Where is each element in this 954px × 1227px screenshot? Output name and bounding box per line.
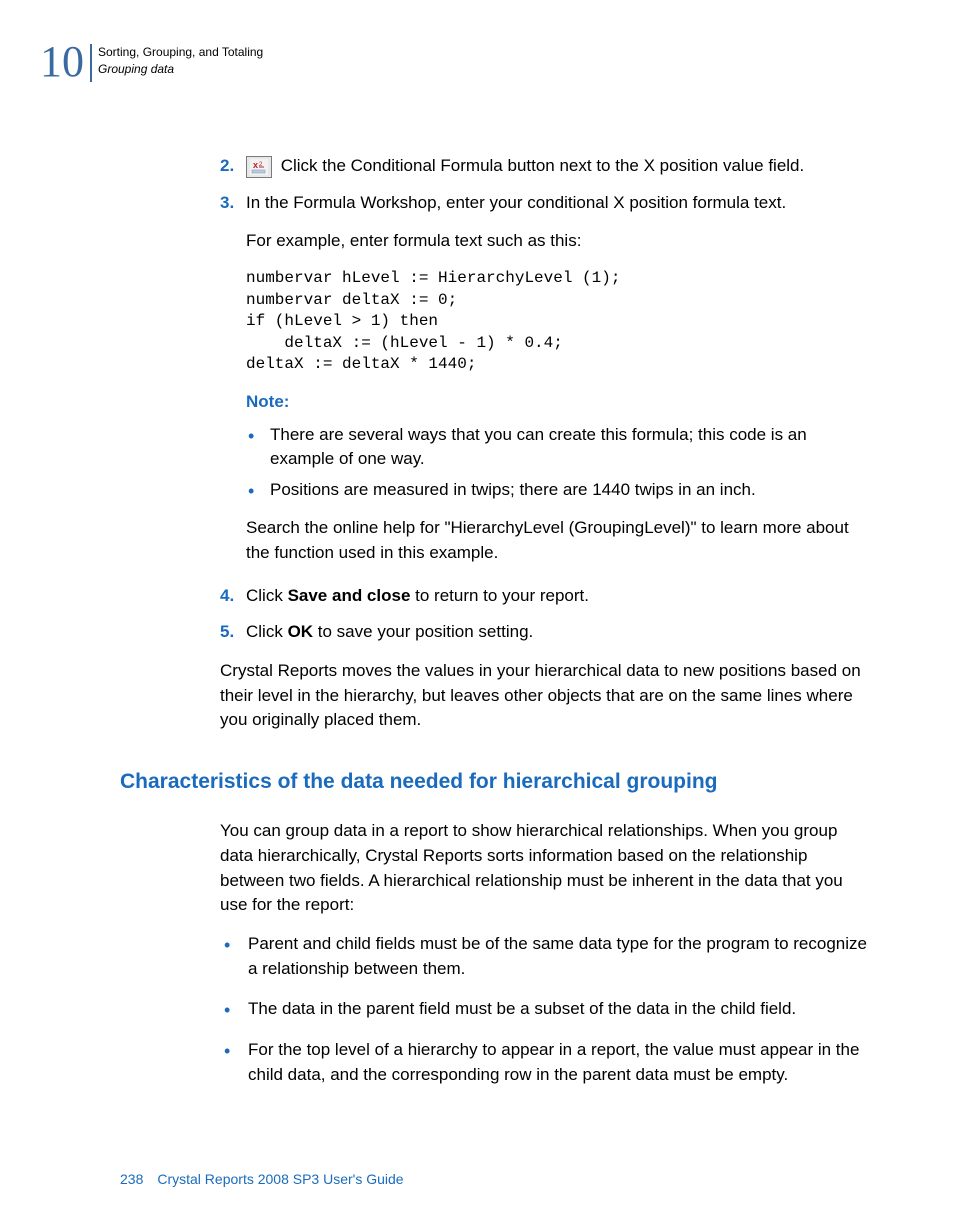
header-title: Sorting, Grouping, and Totaling: [98, 44, 263, 61]
page: 10 Sorting, Grouping, and Totaling Group…: [0, 0, 954, 1227]
note-followup: Search the online help for "HierarchyLev…: [246, 516, 874, 565]
step-number: 4.: [220, 584, 246, 609]
step-body: Click Save and close to return to your r…: [246, 584, 874, 609]
step-2: 2. x 2 Click the Conditional Formula but…: [220, 154, 874, 179]
step-4: 4. Click Save and close to return to you…: [220, 584, 874, 609]
section-intro: You can group data in a report to show h…: [220, 819, 874, 918]
section-bullet: The data in the parent field must be a s…: [220, 997, 874, 1022]
note-bullet: There are several ways that you can crea…: [246, 423, 874, 472]
note-bullet: Positions are measured in twips; there a…: [246, 478, 874, 503]
section-bullet: For the top level of a hierarchy to appe…: [220, 1038, 874, 1087]
step-number: 3.: [220, 191, 246, 216]
step-3-text: In the Formula Workshop, enter your cond…: [246, 193, 786, 212]
section-bullet: Parent and child fields must be of the s…: [220, 932, 874, 981]
page-header: 10 Sorting, Grouping, and Totaling Group…: [40, 40, 874, 84]
step-5-post: to save your position setting.: [313, 622, 533, 641]
step-4-bold: Save and close: [288, 586, 411, 605]
step-5-bold: OK: [288, 622, 314, 641]
note-label: Note:: [246, 390, 874, 415]
note-bullets: There are several ways that you can crea…: [246, 423, 874, 503]
doc-title: Crystal Reports 2008 SP3 User's Guide: [157, 1171, 403, 1187]
section-bullets: Parent and child fields must be of the s…: [220, 932, 874, 1087]
step-body: Click OK to save your position setting.: [246, 620, 874, 645]
page-footer: 238 Crystal Reports 2008 SP3 User's Guide: [120, 1171, 404, 1187]
step-body: x 2 Click the Conditional Formula button…: [246, 154, 874, 179]
main-content: 2. x 2 Click the Conditional Formula but…: [220, 154, 874, 1087]
example-intro: For example, enter formula text such as …: [246, 229, 874, 254]
step-4-pre: Click: [246, 586, 288, 605]
closing-paragraph: Crystal Reports moves the values in your…: [220, 659, 874, 733]
header-text: Sorting, Grouping, and Totaling Grouping…: [98, 40, 263, 78]
chapter-number: 10: [40, 40, 84, 84]
page-number: 238: [120, 1171, 143, 1187]
step-4-post: to return to your report.: [410, 586, 589, 605]
step-5: 5. Click OK to save your position settin…: [220, 620, 874, 645]
section-heading: Characteristics of the data needed for h…: [120, 767, 874, 797]
step-3: 3. In the Formula Workshop, enter your c…: [220, 191, 874, 216]
svg-text:x: x: [253, 160, 258, 170]
header-subtitle: Grouping data: [98, 61, 263, 78]
step-2-text: Click the Conditional Formula button nex…: [276, 156, 804, 175]
step-number: 2.: [220, 154, 246, 179]
code-example: numbervar hLevel := HierarchyLevel (1); …: [246, 268, 874, 376]
step-5-pre: Click: [246, 622, 288, 641]
step-body: In the Formula Workshop, enter your cond…: [246, 191, 874, 216]
step-number: 5.: [220, 620, 246, 645]
header-divider: [90, 44, 92, 82]
conditional-formula-icon: x 2: [246, 156, 272, 178]
